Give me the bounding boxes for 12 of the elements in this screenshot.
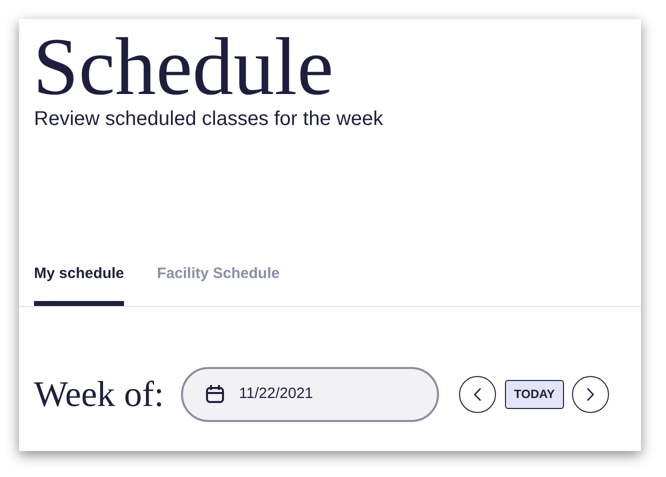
week-label: Week of: bbox=[34, 374, 164, 414]
chevron-left-icon bbox=[474, 388, 482, 400]
date-field[interactable]: 11/22/2021 bbox=[181, 366, 440, 422]
date-value: 11/22/2021 bbox=[239, 384, 314, 404]
today-button[interactable]: TODAY bbox=[505, 380, 564, 408]
previous-button[interactable] bbox=[459, 376, 496, 412]
calendar-icon bbox=[205, 384, 226, 404]
page-title: Schedule bbox=[33, 25, 334, 109]
page-subtitle: Review scheduled classes for the week bbox=[34, 108, 384, 130]
next-button[interactable] bbox=[572, 376, 609, 412]
tab[interactable]: My schedule bbox=[34, 263, 124, 306]
chevron-right-icon bbox=[586, 388, 594, 400]
